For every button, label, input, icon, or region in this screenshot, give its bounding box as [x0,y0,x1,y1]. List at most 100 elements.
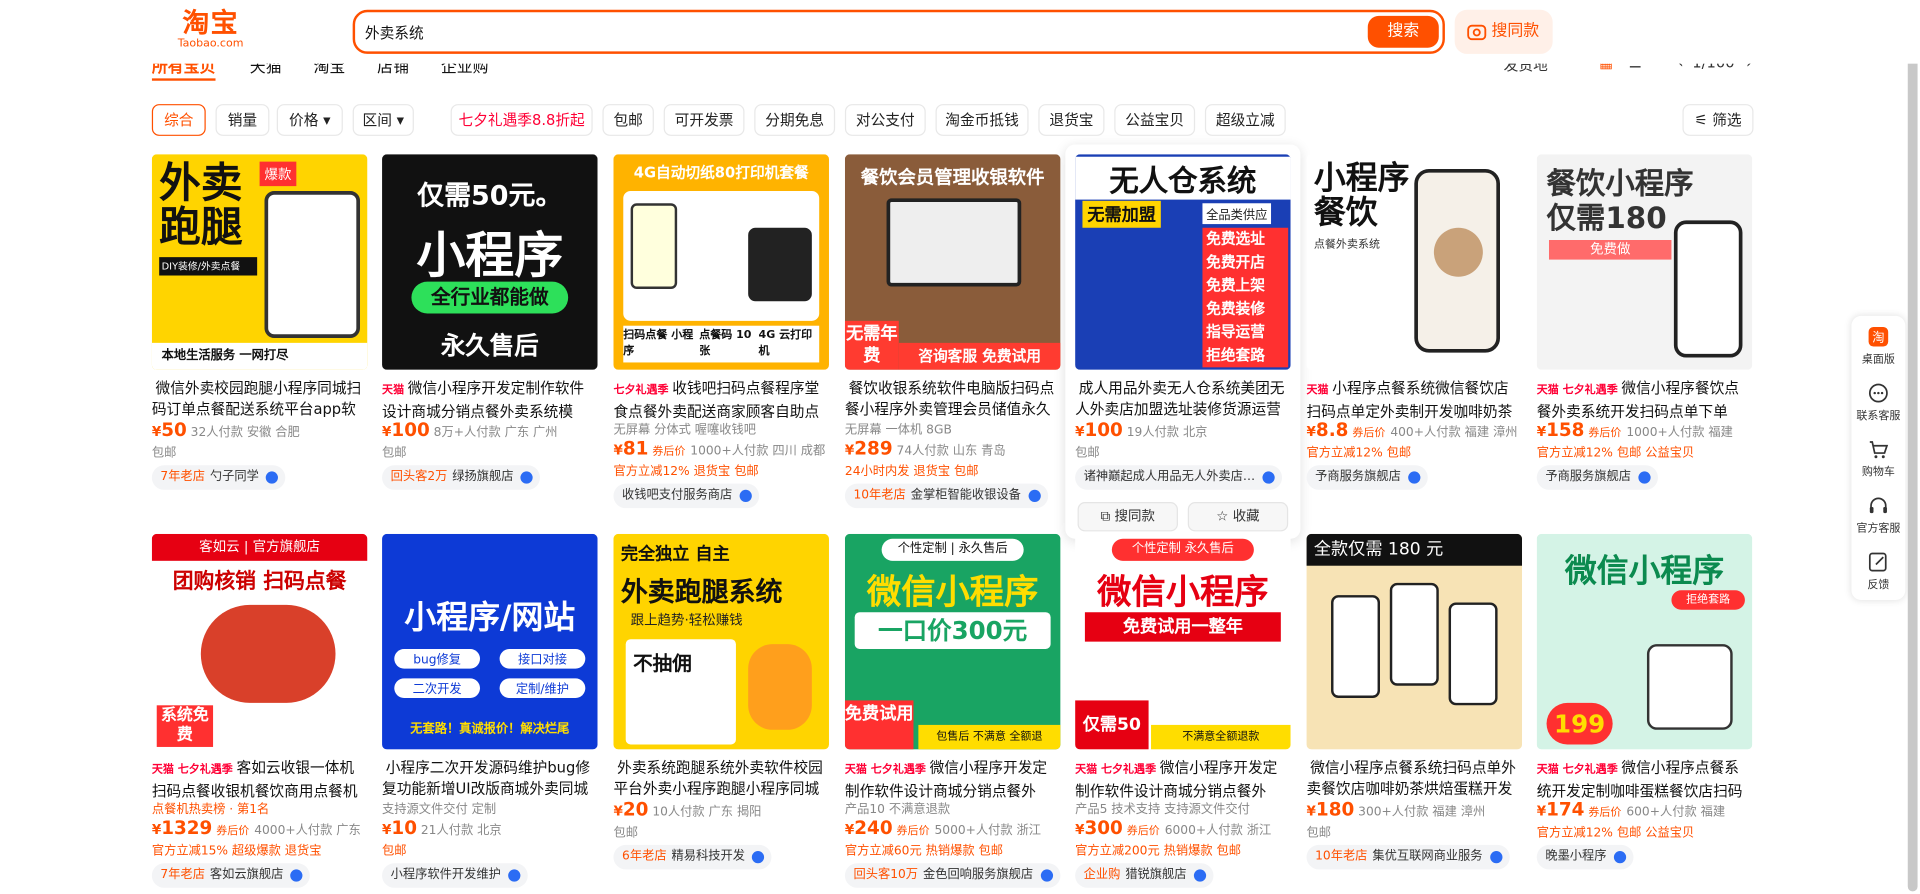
product-title[interactable]: 餐饮收银系统软件电脑版扫码点餐小程序外卖管理会员储值永久授权 [845,378,1061,420]
product-card[interactable]: 小程序 餐饮 点餐外卖系统 天猫 小程序点餐系统微信餐饮店扫码点单定外卖制开发咖啡奶茶… [1306,154,1523,509]
filter-coins[interactable]: 淘金币抵钱 [935,104,1029,136]
product-image[interactable]: 餐饮小程序 仅需180 免费做 [1536,154,1753,370]
shop-name: 予商服务旗舰店 [1545,470,1632,484]
image-text: 免费上架 [1206,276,1265,294]
shop-arrow-icon [1638,471,1651,484]
search-input[interactable] [364,18,1345,46]
promo-row: 24小时内发 退货宝 包邮 [844,465,979,479]
product-title[interactable]: 天猫小程序点餐系统微信餐饮店扫码点单定外卖制开发咖啡奶茶烘… [1307,378,1523,420]
shop-link[interactable]: 回头客2万 绿扬旗舰店 [382,465,541,490]
product-card[interactable]: 外卖 跑腿 爆款 DIY装修/外卖点餐 本地生活服务 一网打尽 微信外卖校园跑腿小程序同… [151,154,368,509]
product-title[interactable]: 成人用品外卖无人仓系统美团无人外卖店加盟选址装修货源运营服务 [1075,378,1291,420]
product-image[interactable]: 餐饮会员管理收银软件 无需年费 咨询客服 免费试用 [844,154,1061,370]
product-image[interactable]: 客如云 | 官方旗舰店 团购核销 扫码点餐 系统免费 [151,533,368,750]
sort-sales[interactable]: 销量 [215,104,270,136]
sales-info: 10人付款 广东 揭阳 [652,805,762,820]
product-tag: 天猫 七夕礼遇季 [1536,764,1618,777]
product-image[interactable]: 外卖 跑腿 爆款 DIY装修/外卖点餐 本地生活服务 一网打尽 [151,154,368,370]
spec-row: 点餐机热卖榜 · 第1名 [151,803,270,817]
coupon-label: 券后价 [216,825,250,838]
product-title[interactable]: 天猫微信小程序开发定制作软件设计商城分销点餐外卖系统模板… [382,378,598,420]
filter-invoice[interactable]: 可开发票 [663,104,745,136]
price-range[interactable]: 区间 ▾ [352,104,414,136]
filter-corp-pay[interactable]: 对公支付 [844,104,926,136]
shop-name: 予商服务旗舰店 [1315,470,1401,484]
image-search-button[interactable]: 搜同款 [1454,9,1553,54]
product-image[interactable]: 完全独立 自主 外卖跑腿系统 跟上趋势·轻松赚钱 不抽佣 [613,533,829,750]
shop-link[interactable]: 7年老店 客如云旗舰店 [151,863,311,888]
sidebar-contact-label: 联系客服 [1856,410,1901,423]
product-title[interactable]: 外卖系统跑腿系统外卖软件校园平台外卖小程序跑腿小程序同城配送 [613,758,829,800]
shop-link[interactable]: 诸神巅起成人用品无人外卖店… [1075,465,1283,490]
sidebar-cart[interactable]: 购物车 [1851,438,1905,479]
product-title[interactable]: 七夕礼遇季收钱吧扫码点餐程序堂食点餐外卖配送商家顾客自助点餐… [613,378,829,420]
product-card[interactable]: 无人仓系统 无需加盟 全品类供应 免费选址 免费开店 免费上架 免费装修 指导运营 拒绝套路 成… [1075,154,1291,509]
product-image[interactable]: 个性定制 永久售后微信小程序免费试用一整年仅需50元不满意全额退款 [1075,533,1291,750]
shop-link[interactable]: 予商服务旗舰店 [1306,465,1428,490]
taobao-logo[interactable]: 淘宝 Taobao.com [174,10,247,53]
shop-link[interactable]: 6年老店 精易科技开发 [613,844,772,870]
product-image[interactable]: 个性定制 | 永久售后 微信小程序 一口价300元 免费试用 包售后 不满意 全额退 [844,533,1061,750]
sidebar-feedback[interactable]: 反馈 [1851,551,1905,591]
shop-link[interactable]: 7年老店 勺子同学 [151,465,286,490]
product-image[interactable]: 4G自动切纸80打印机套餐 扫码点餐 小程序 点餐码 10张 4G 云打印机 [613,154,829,370]
sidebar-desktop[interactable]: 淘桌面版 [1851,326,1905,366]
filter-more-button[interactable]: ⚟ 筛选 [1682,104,1754,136]
filter-super-cut[interactable]: 超级立减 [1204,104,1286,136]
product-card[interactable]: 个性定制 永久售后微信小程序免费试用一整年仅需50元不满意全额退款 天猫 七夕礼… [1075,533,1291,889]
shop-link[interactable]: 10年老店 金掌柜智能收银设备 [844,483,1048,509]
shop-link[interactable]: 回头客10万 金色回响服务旗舰店 [844,863,1061,888]
product-image[interactable]: 微信小程序 拒绝套路 199 [1536,533,1753,750]
shop-link[interactable]: 予商服务旗舰店 [1536,465,1658,490]
product-card[interactable]: 餐饮小程序 仅需180 免费做 天猫 七夕礼遇季 微信小程序餐饮点餐外卖系统开发扫码点… [1536,154,1753,509]
shop-badge: 7年老店 [160,868,205,882]
product-card[interactable]: 微信小程序 拒绝套路 199 天猫 七夕礼遇季 微信小程序点餐系统开发定制咖啡蛋糕餐饮… [1536,533,1753,889]
filter-return-ins[interactable]: 退货宝 [1038,104,1105,136]
product-card[interactable]: 客如云 | 官方旗舰店 团购核销 扫码点餐 系统免费 天猫 七夕礼遇季 客如云收银一体… [151,533,368,889]
product-title-text: 小程序点餐系统微信餐饮店扫码点单定外卖制开发咖啡奶茶烘… [1306,379,1513,421]
product-card[interactable]: 仅需50元。 小程序 全行业都能做 永久售后 天猫 微信小程序开发定制作软件设计商城分销… [382,154,598,509]
search-button[interactable]: 搜索 [1367,15,1439,48]
product-card[interactable]: 小程序/网站 bug修复 接口对接 二次开发 定制/维护 无套路！真诚报价！解决烂尾 小程… [382,533,598,889]
sort-comprehensive[interactable]: 综合 [151,104,206,136]
product-image[interactable]: 小程序/网站 bug修复 接口对接 二次开发 定制/维护 无套路！真诚报价！解决烂尾 [382,533,598,750]
product-title[interactable]: 微信外卖校园跑腿小程序同城扫码订单点餐配送系统平台app软件 [152,378,368,420]
sort-price[interactable]: 价格 ▾ [276,104,343,136]
product-title[interactable]: 天猫 七夕礼遇季客如云收银一体机扫码点餐收银机餐饮商用点餐机 收… [152,758,368,799]
shop-link[interactable]: 企业购 猎锐旗舰店 [1075,863,1214,888]
sidebar-cart-label: 购物车 [1861,466,1895,479]
image-text: 免费试用 [844,704,914,724]
product-title[interactable]: 天猫 七夕礼遇季微信小程序点餐系统开发定制咖啡蛋糕餐饮店扫码点单收… [1536,758,1753,799]
filter-installment[interactable]: 分期免息 [754,104,836,136]
filter-promo[interactable]: 七夕礼遇季8.8折起 [450,104,593,136]
product-card[interactable]: 完全独立 自主 外卖跑腿系统 跟上趋势·轻松赚钱 不抽佣 外卖系统跑腿系统外卖软件校园… [613,533,829,889]
price-label: 价格 [289,111,319,129]
product-image[interactable]: 小程序 餐饮 点餐外卖系统 [1306,154,1523,370]
shop-link[interactable]: 小程序软件开发维护 [382,863,528,888]
product-card[interactable]: 全款仅需 180 元 微信小程序点餐系统扫码点单外卖餐饮店咖啡奶茶烘焙蛋糕开发定… [1306,533,1523,889]
product-image[interactable]: 全款仅需 180 元 [1306,533,1523,750]
sidebar-contact[interactable]: 联系客服 [1851,382,1905,422]
sidebar-service[interactable]: 官方客服 [1851,495,1905,535]
filter-charity[interactable]: 公益宝贝 [1114,104,1196,136]
image-text: 团购核销 扫码点餐 [172,569,347,594]
product-image[interactable]: 仅需50元。 小程序 全行业都能做 永久售后 [382,154,598,370]
product-card[interactable]: 4G自动切纸80打印机套餐 扫码点餐 小程序 点餐码 10张 4G 云打印机 七夕礼遇… [613,154,829,509]
filter-free-ship[interactable]: 包邮 [602,104,654,136]
shop-link[interactable]: 晚墨小程序 [1536,844,1634,870]
shipping-row: 包邮 [1306,826,1332,841]
product-title[interactable]: 天猫 七夕礼遇季微信小程序开发定制作软件设计商城分销点餐外卖… [845,758,1061,799]
product-card[interactable]: 个性定制 | 永久售后 微信小程序 一口价300元 免费试用 包售后 不满意 全额退 天… [844,533,1061,889]
product-title-text: 微信外卖校园跑腿小程序同城扫码订单点餐配送系统平台app软件 [151,379,362,418]
shop-link[interactable]: 10年老店 集优互联网商业服务 [1306,844,1510,870]
product-card[interactable]: 餐饮会员管理收银软件 无需年费 咨询客服 免费试用 餐饮收银系统软件电脑版扫码点餐小… [844,154,1061,509]
product-title[interactable]: 天猫 七夕礼遇季微信小程序餐饮点餐外卖系统开发扫码点单下单商… [1537,378,1753,420]
price: ¥1329 [151,816,213,839]
shop-link[interactable]: 收钱吧支付服务商店 [613,483,760,509]
scrollbar[interactable] [1907,46,1918,892]
product-image[interactable]: 无人仓系统 无需加盟 全品类供应 免费选址 免费开店 免费上架 免费装修 指导运营 拒绝套路 [1075,154,1291,370]
product-title[interactable]: 天猫 七夕礼遇季微信小程序开发定制作软件设计商城分销点餐外卖… [1075,758,1291,799]
product-title[interactable]: 小程序二次开发源码维护bug修复功能新增UI改版商城外卖同城系统 [382,758,598,800]
price-value: 100 [391,418,430,441]
product-title[interactable]: 微信小程序点餐系统扫码点单外卖餐饮店咖啡奶茶烘焙蛋糕开发定制 [1307,758,1523,800]
